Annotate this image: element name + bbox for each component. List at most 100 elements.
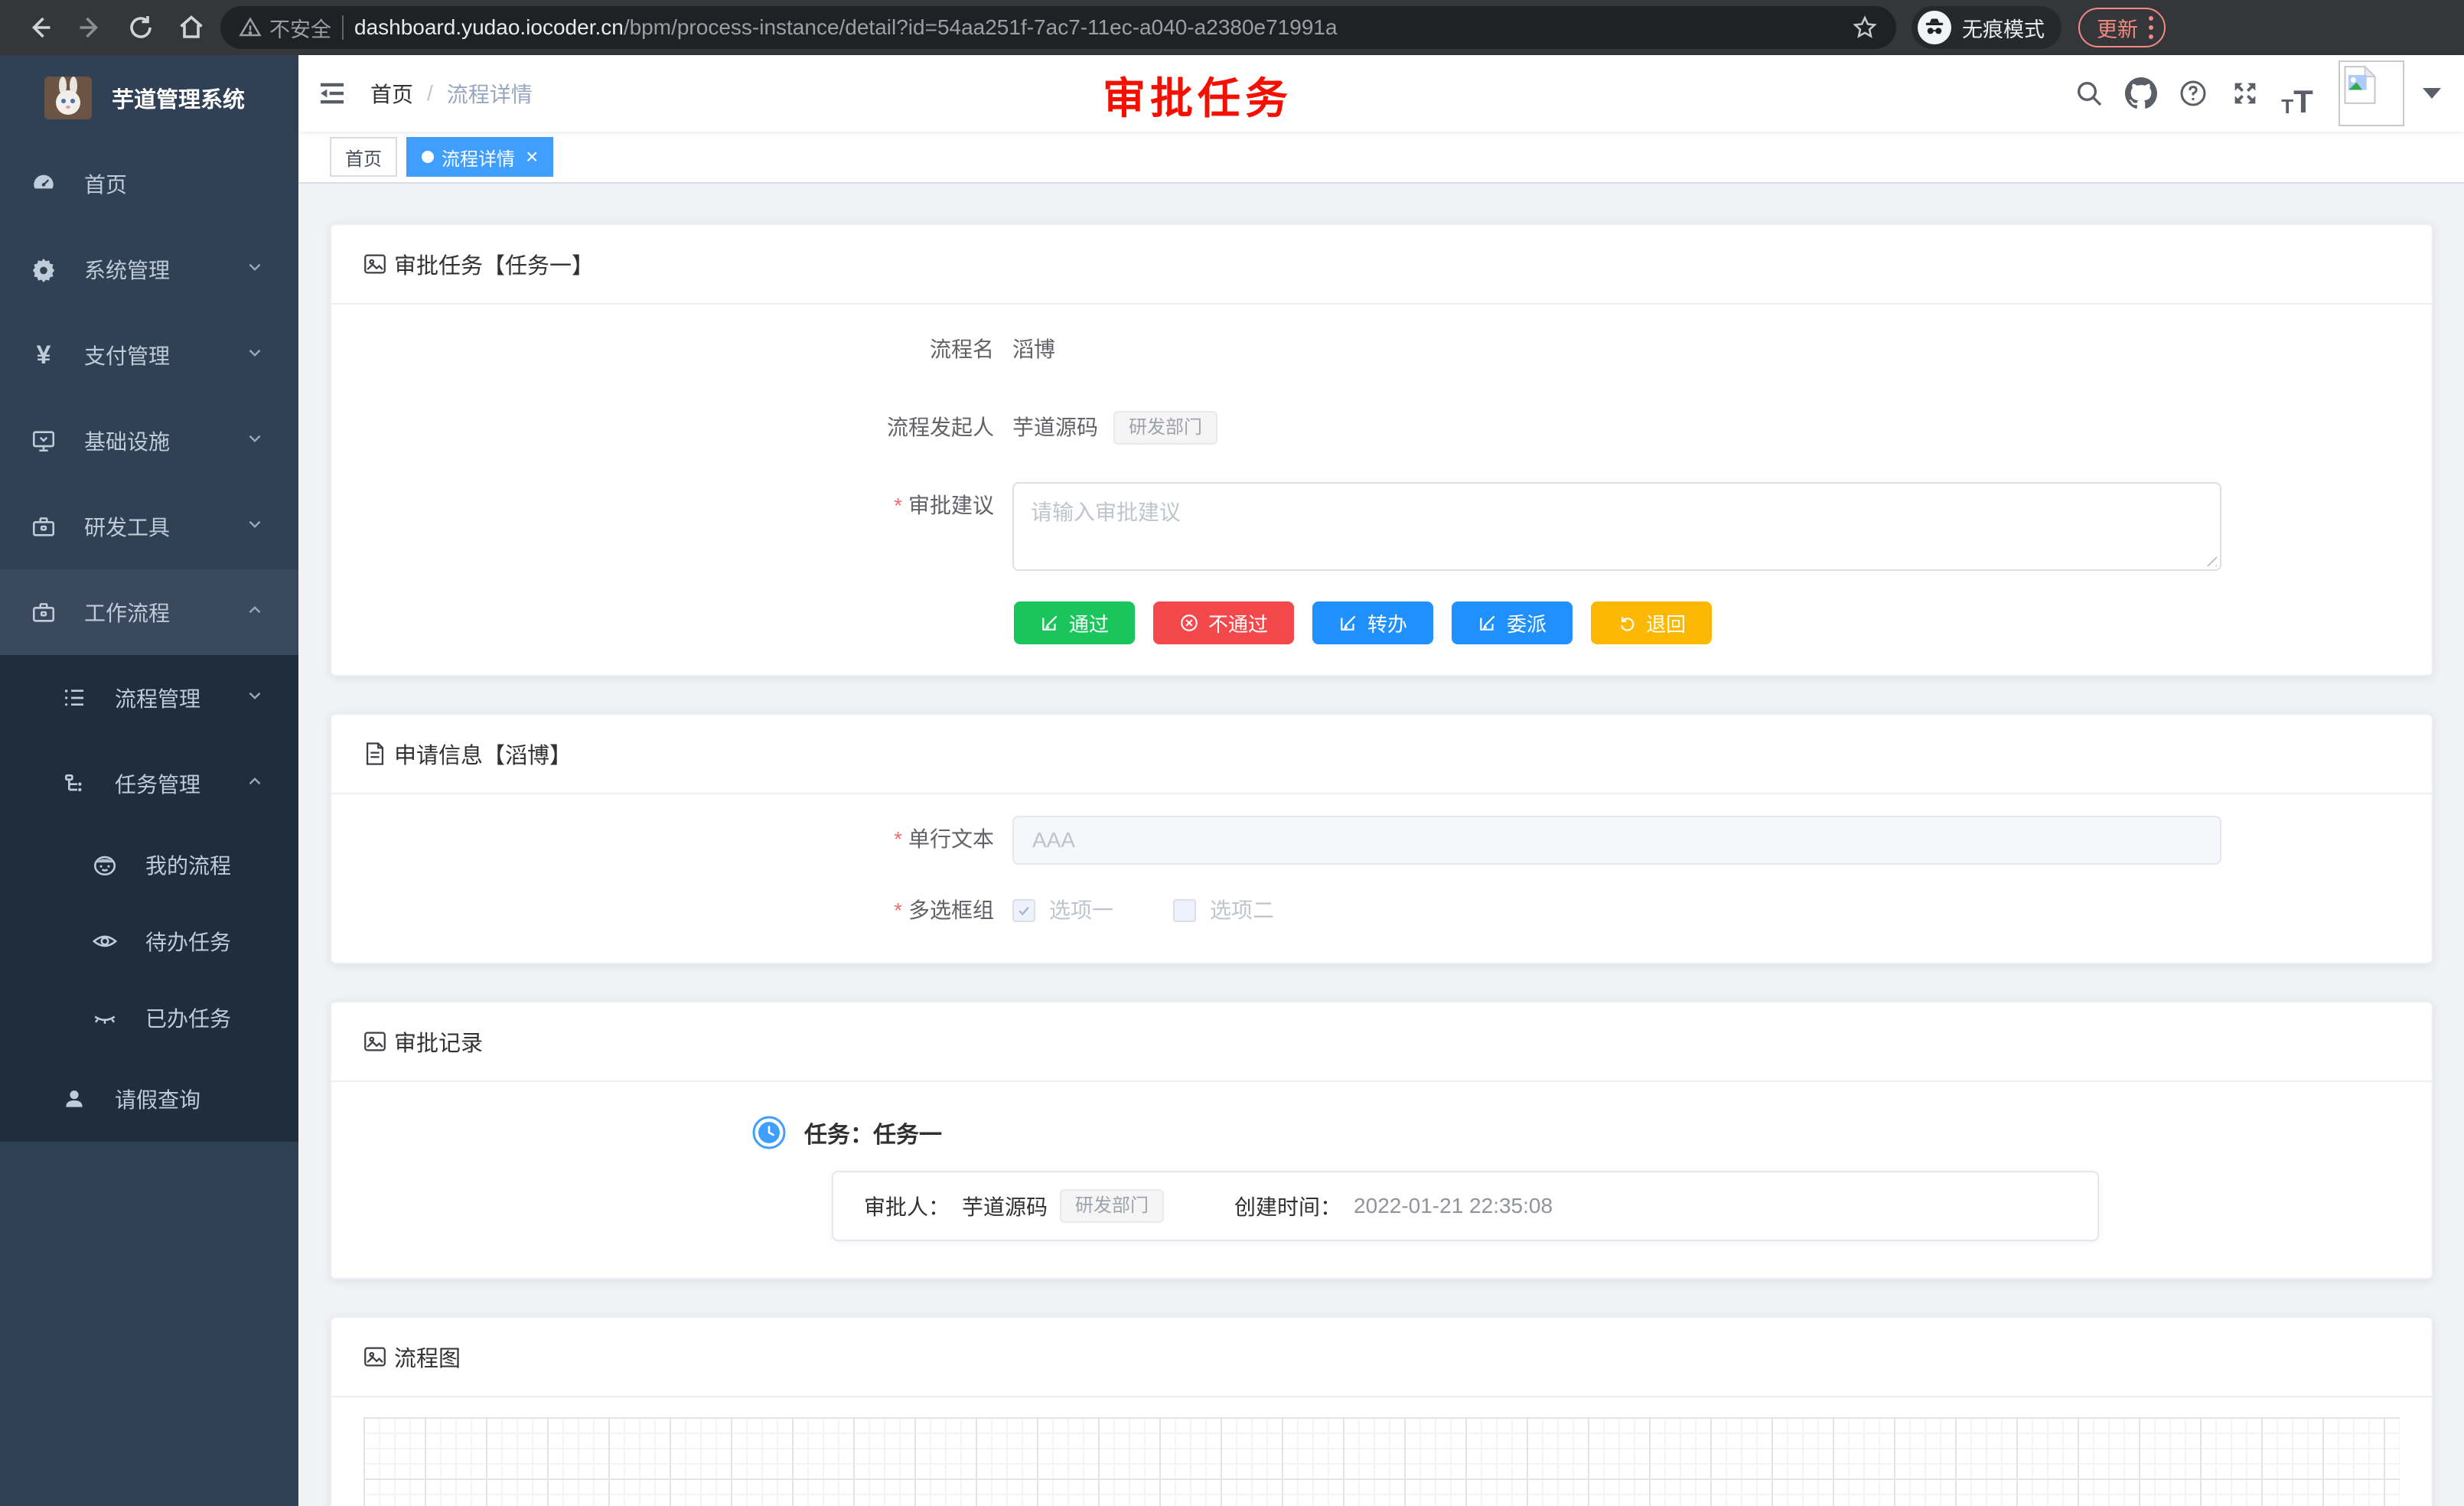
browser-forward-icon[interactable]	[69, 6, 112, 49]
chevron-up-icon	[245, 600, 265, 625]
avatar-broken-image[interactable]	[2339, 60, 2404, 126]
browser-home-icon[interactable]	[170, 6, 213, 49]
app-logo-row[interactable]: 芋道管理系统	[0, 55, 298, 141]
card-header: 审批任务【任务一】	[331, 225, 2432, 305]
avatar-dropdown-caret[interactable]	[2423, 88, 2441, 99]
approval-comment-row: 审批建议	[362, 482, 2401, 571]
list-tree-icon	[61, 685, 87, 711]
return-button[interactable]: 退回	[1591, 601, 1712, 644]
edit-icon	[1338, 613, 1358, 633]
approval-record-item: 审批人： 芋道源码 研发部门 创建时间： 2022-01-21 22:35:08	[832, 1171, 2099, 1241]
sidebar-item-system[interactable]: 系统管理	[0, 227, 298, 312]
update-label: 更新	[2097, 13, 2138, 43]
sidebar-item-done-tasks[interactable]: 已办任务	[0, 980, 298, 1056]
delegate-button[interactable]: 委派	[1452, 601, 1573, 644]
edit-icon	[1478, 613, 1498, 633]
chevron-up-icon	[245, 771, 265, 797]
starter-name: 芋道源码	[1012, 404, 1098, 451]
app-title: 芋道管理系统	[112, 82, 245, 114]
font-size-icon[interactable]: TT	[2274, 70, 2320, 116]
sidebar-item-process-mgmt[interactable]: 流程管理	[0, 655, 298, 741]
browser-menu-icon[interactable]	[2149, 16, 2153, 39]
checkbox-unchecked-icon[interactable]	[1173, 899, 1196, 922]
textarea-resize-handle[interactable]	[2203, 553, 2217, 566]
approval-task-card: 审批任务【任务一】 流程名 滔博 流程发起人 芋道源码 研发部门	[330, 223, 2433, 676]
breadcrumb: 首页 / 流程详情	[370, 78, 533, 109]
help-icon[interactable]	[2170, 70, 2216, 116]
url-text: dashboard.yudao.iocoder.cn/bpm/process-i…	[354, 15, 1841, 40]
tab-process-detail[interactable]: 流程详情 ×	[406, 137, 553, 177]
sidebar-item-label: 支付管理	[84, 340, 170, 370]
card-header: 申请信息【滔博】	[331, 715, 2432, 794]
page-content: 审批任务【任务一】 流程名 滔博 流程发起人 芋道源码 研发部门	[298, 184, 2464, 1506]
browser-back-icon[interactable]	[18, 6, 61, 49]
process-starter-row: 流程发起人 芋道源码 研发部门	[362, 404, 2401, 451]
sidebar-item-label: 待办任务	[145, 926, 231, 957]
approver-name: 芋道源码	[962, 1191, 1048, 1221]
undo-icon	[1617, 613, 1637, 633]
single-text-input[interactable]	[1012, 816, 2221, 865]
picture-outline-icon	[362, 1028, 388, 1055]
tab-home[interactable]: 首页	[330, 137, 397, 177]
create-time-value: 2022-01-21 22:35:08	[1354, 1194, 1553, 1218]
bookmark-star-icon[interactable]	[1852, 15, 1878, 41]
browser-toolbar: 不安全 dashboard.yudao.iocoder.cn/bpm/proce…	[0, 0, 2464, 55]
approve-button[interactable]: 通过	[1014, 601, 1135, 644]
sidebar-item-label: 任务管理	[115, 768, 200, 799]
sidebar-item-payment[interactable]: ¥ 支付管理	[0, 312, 298, 398]
chevron-down-icon	[245, 686, 265, 711]
sidebar-item-label: 请假查询	[115, 1084, 200, 1114]
sidebar-item-workflow[interactable]: 工作流程	[0, 569, 298, 655]
browser-update-button[interactable]: 更新	[2078, 8, 2166, 47]
address-bar[interactable]: 不安全 dashboard.yudao.iocoder.cn/bpm/proce…	[220, 6, 1896, 49]
single-text-row: 单行文本	[362, 816, 2401, 865]
approval-comment-textarea[interactable]	[1031, 496, 2203, 557]
picture-outline-icon	[362, 251, 388, 277]
incognito-icon	[1918, 11, 1951, 44]
card-title: 申请信息【滔博】	[394, 738, 572, 770]
browser-reload-icon[interactable]	[119, 6, 162, 49]
transfer-button[interactable]: 转办	[1312, 601, 1433, 644]
sidebar-item-label: 我的流程	[145, 849, 231, 880]
sidebar-item-leave-query[interactable]: 请假查询	[0, 1056, 298, 1142]
tab-label: 流程详情	[442, 144, 515, 171]
toolbox-icon	[31, 513, 57, 539]
dept-tag: 研发部门	[1060, 1189, 1164, 1223]
tab-close-icon[interactable]: ×	[526, 146, 538, 168]
chevron-down-icon	[245, 514, 265, 539]
clock-node-icon	[752, 1116, 786, 1149]
reject-button[interactable]: 不通过	[1153, 601, 1294, 644]
card-header: 审批记录	[331, 1002, 2432, 1082]
search-icon[interactable]	[2066, 70, 2112, 116]
github-icon[interactable]	[2118, 70, 2164, 116]
sidebar-item-home[interactable]: 首页	[0, 141, 298, 227]
sidebar-item-infrastructure[interactable]: 基础设施	[0, 398, 298, 484]
sidebar-item-my-process[interactable]: 我的流程	[0, 826, 298, 903]
process-diagram-card: 流程图	[330, 1316, 2433, 1506]
sidebar-collapse-icon[interactable]	[314, 75, 350, 112]
sidebar-item-devtools[interactable]: 研发工具	[0, 484, 298, 569]
monitor-icon	[31, 428, 57, 454]
edit-icon	[1040, 613, 1060, 633]
tags-view-bar: 首页 流程详情 ×	[298, 132, 2464, 184]
sidebar-item-label: 已办任务	[145, 1002, 231, 1033]
yen-icon: ¥	[31, 342, 57, 368]
field-label: 流程名	[362, 326, 1012, 373]
breadcrumb-home[interactable]: 首页	[370, 78, 413, 109]
org-tree-icon	[61, 771, 87, 797]
sidebar: 芋道管理系统 首页 系统管理 ¥ 支付管理 基础设施	[0, 55, 298, 1506]
checkbox-label: 选项二	[1210, 895, 1274, 926]
red-annotation-text: 审批任务	[1103, 64, 1292, 126]
eye-icon	[92, 928, 118, 954]
checkbox-group: 选项一 选项二	[1012, 895, 1274, 926]
approval-records-card: 审批记录 任务：任务一 审批人： 芋道源码 研发部门	[330, 1001, 2433, 1279]
sidebar-item-todo-tasks[interactable]: 待办任务	[0, 903, 298, 980]
card-title: 流程图	[394, 1341, 461, 1373]
bpmn-diagram-canvas[interactable]	[363, 1417, 2400, 1506]
sidebar-item-task-mgmt[interactable]: 任务管理	[0, 741, 298, 826]
security-status[interactable]: 不安全	[239, 13, 331, 43]
fullscreen-icon[interactable]	[2222, 70, 2268, 116]
incognito-badge: 无痕模式	[1912, 6, 2061, 49]
checkbox-checked-icon[interactable]	[1012, 899, 1035, 922]
circle-close-icon	[1179, 613, 1199, 633]
